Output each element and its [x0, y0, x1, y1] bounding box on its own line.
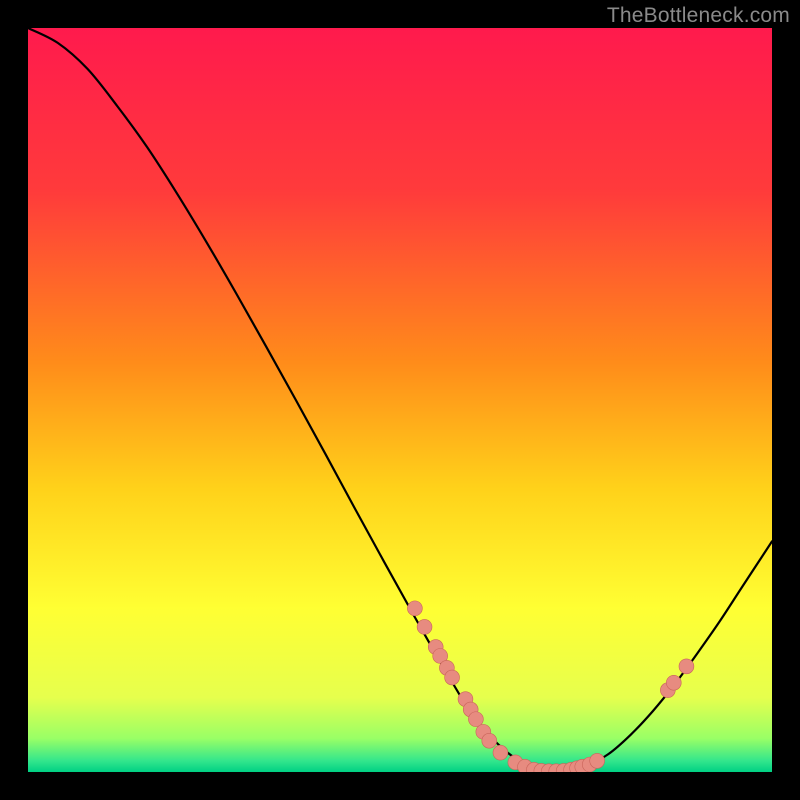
data-marker [417, 619, 432, 634]
data-marker [590, 753, 605, 768]
data-marker [468, 712, 483, 727]
data-marker [666, 675, 681, 690]
data-marker [679, 659, 694, 674]
data-marker [482, 733, 497, 748]
chart-frame: TheBottleneck.com [0, 0, 800, 800]
data-marker [445, 670, 460, 685]
watermark-text: TheBottleneck.com [607, 4, 790, 28]
plot-area [28, 28, 772, 772]
gradient-background [28, 28, 772, 772]
data-marker [407, 601, 422, 616]
chart-svg [28, 28, 772, 772]
data-marker [493, 745, 508, 760]
